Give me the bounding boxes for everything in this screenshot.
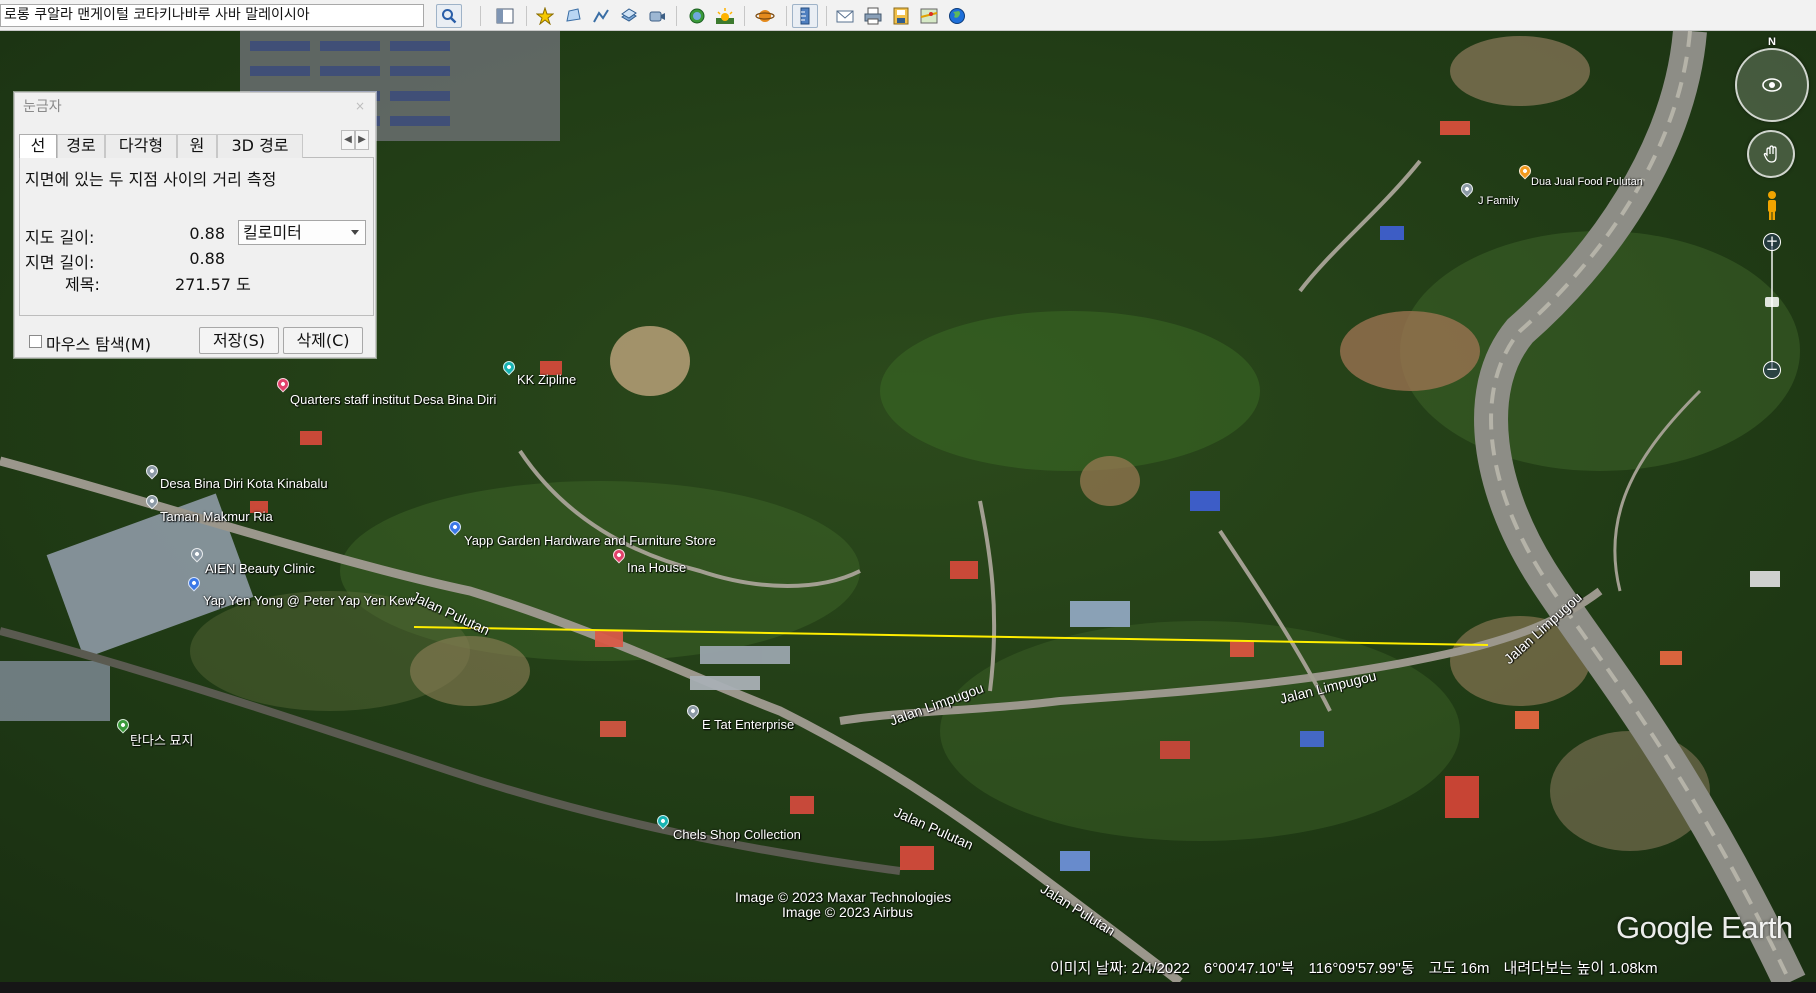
- unit-select[interactable]: 킬로미터: [238, 220, 366, 245]
- planets-icon[interactable]: [752, 4, 778, 28]
- status-bar: 이미지 날짜: 2/4/2022 6°00'47.10"북 116°09'57.…: [1050, 957, 1658, 979]
- imagery-credit: Image © 2023 Airbus: [782, 904, 913, 920]
- polygon-icon[interactable]: [560, 4, 586, 28]
- look-joystick[interactable]: [1735, 48, 1809, 122]
- poi-label[interactable]: Dua Jual Food Pulutan: [1531, 176, 1643, 188]
- imagery-credit: Image © 2023 Maxar Technologies: [735, 889, 952, 905]
- poi-label[interactable]: Desa Bina Diri Kota Kinabalu: [160, 476, 328, 491]
- sidebar-icon[interactable]: [492, 4, 518, 28]
- ruler-icon[interactable]: [792, 4, 818, 28]
- hand-icon: [1762, 144, 1782, 164]
- poi-label[interactable]: E Tat Enterprise: [702, 717, 794, 732]
- history-icon[interactable]: [684, 4, 710, 28]
- mouse-navigation-checkbox[interactable]: [29, 335, 42, 348]
- sun-icon[interactable]: [712, 4, 738, 28]
- image-date: 이미지 날짜: 2/4/2022: [1050, 960, 1190, 977]
- ruler-dialog: 눈금자 × 선 경로 다각형 원 3D 경로 ◀ ▶ 지면에 있는 두 지점 사…: [14, 92, 376, 358]
- longitude: 116°09'57.99"동: [1308, 960, 1415, 977]
- poi-label[interactable]: Ina House: [627, 560, 686, 575]
- eye-altitude: 내려다보는 높이 1.08km: [1503, 960, 1658, 977]
- poi-label[interactable]: Yapp Garden Hardware and Furniture Store: [464, 533, 716, 548]
- street-view-pegman-icon[interactable]: [1765, 190, 1779, 222]
- poi-label[interactable]: 탄다스 묘지: [130, 730, 193, 749]
- map-length-label: 지도 길이:: [25, 228, 95, 247]
- tab-scroll-left-icon[interactable]: ◀: [341, 130, 355, 150]
- ground-length-label: 지면 길이:: [25, 253, 95, 272]
- tab-3d-path[interactable]: 3D 경로: [217, 134, 303, 158]
- tab-path[interactable]: 경로: [57, 134, 105, 158]
- save-image-icon[interactable]: [888, 4, 914, 28]
- print-icon[interactable]: [860, 4, 886, 28]
- earth-icon[interactable]: [944, 4, 970, 28]
- heading-value: 271.57 도: [175, 275, 251, 294]
- poi-label[interactable]: AIEN Beauty Clinic: [205, 561, 315, 576]
- poi-label[interactable]: Quarters staff institut Desa Bina Diri: [290, 392, 496, 407]
- zoom-out-button[interactable]: −: [1763, 361, 1781, 379]
- tab-scroll-right-icon[interactable]: ▶: [355, 130, 369, 150]
- poi-label[interactable]: Chels Shop Collection: [673, 827, 801, 842]
- poi-label[interactable]: Taman Makmur Ria: [160, 509, 273, 524]
- dialog-title[interactable]: 눈금자: [15, 93, 375, 121]
- chevron-down-icon: [351, 230, 359, 235]
- zoom-thumb[interactable]: [1765, 297, 1779, 307]
- ground-length-value: 0.88: [189, 249, 225, 268]
- overlay-icon[interactable]: [616, 4, 642, 28]
- north-indicator[interactable]: N: [1764, 36, 1780, 50]
- google-earth-window: 로롱 쿠알라 맨게이털 코타키나바루 사바 말레이시아 Quarters sta…: [0, 0, 1816, 993]
- tab-line[interactable]: 선: [19, 134, 57, 159]
- poi-label[interactable]: Yap Yen Yong @ Peter Yap Yen Kew: [203, 593, 414, 608]
- email-icon[interactable]: [832, 4, 858, 28]
- eye-icon: [1762, 74, 1782, 96]
- latitude: 6°00'47.10"북: [1203, 960, 1295, 977]
- google-earth-logo: Google Earth: [1616, 910, 1793, 945]
- search-input[interactable]: 로롱 쿠알라 맨게이털 코타키나바루 사바 말레이시아: [0, 4, 424, 27]
- record-tour-icon[interactable]: [644, 4, 670, 28]
- close-icon[interactable]: ×: [349, 97, 371, 115]
- ruler-tabs: 선 경로 다각형 원 3D 경로 ◀ ▶: [19, 130, 374, 159]
- map-length-value: 0.88: [189, 224, 225, 243]
- ruler-description: 지면에 있는 두 지점 사이의 거리 측정: [25, 170, 277, 189]
- poi-label[interactable]: KK Zipline: [517, 372, 576, 387]
- maps-icon[interactable]: [916, 4, 942, 28]
- mouse-navigation-label[interactable]: 마우스 탐색(M): [46, 331, 151, 355]
- zoom-in-button[interactable]: +: [1763, 233, 1781, 251]
- taskbar-strip: [0, 982, 1816, 993]
- search-icon[interactable]: [436, 4, 462, 28]
- heading-label: 제목:: [65, 275, 100, 294]
- delete-button[interactable]: 삭제(C): [283, 327, 363, 354]
- tab-polygon[interactable]: 다각형: [105, 134, 177, 158]
- path-icon[interactable]: [588, 4, 614, 28]
- poi-label[interactable]: J Family: [1478, 195, 1519, 207]
- move-joystick[interactable]: [1747, 130, 1795, 178]
- placemark-icon[interactable]: [532, 4, 558, 28]
- elevation: 고도 16m: [1428, 960, 1490, 977]
- toolbar: 로롱 쿠알라 맨게이털 코타키나바루 사바 말레이시아: [0, 0, 1816, 31]
- unit-select-value: 킬로미터: [243, 223, 302, 242]
- tab-circle[interactable]: 원: [177, 134, 217, 158]
- zoom-slider[interactable]: + −: [1762, 233, 1782, 379]
- save-button[interactable]: 저장(S): [199, 327, 279, 354]
